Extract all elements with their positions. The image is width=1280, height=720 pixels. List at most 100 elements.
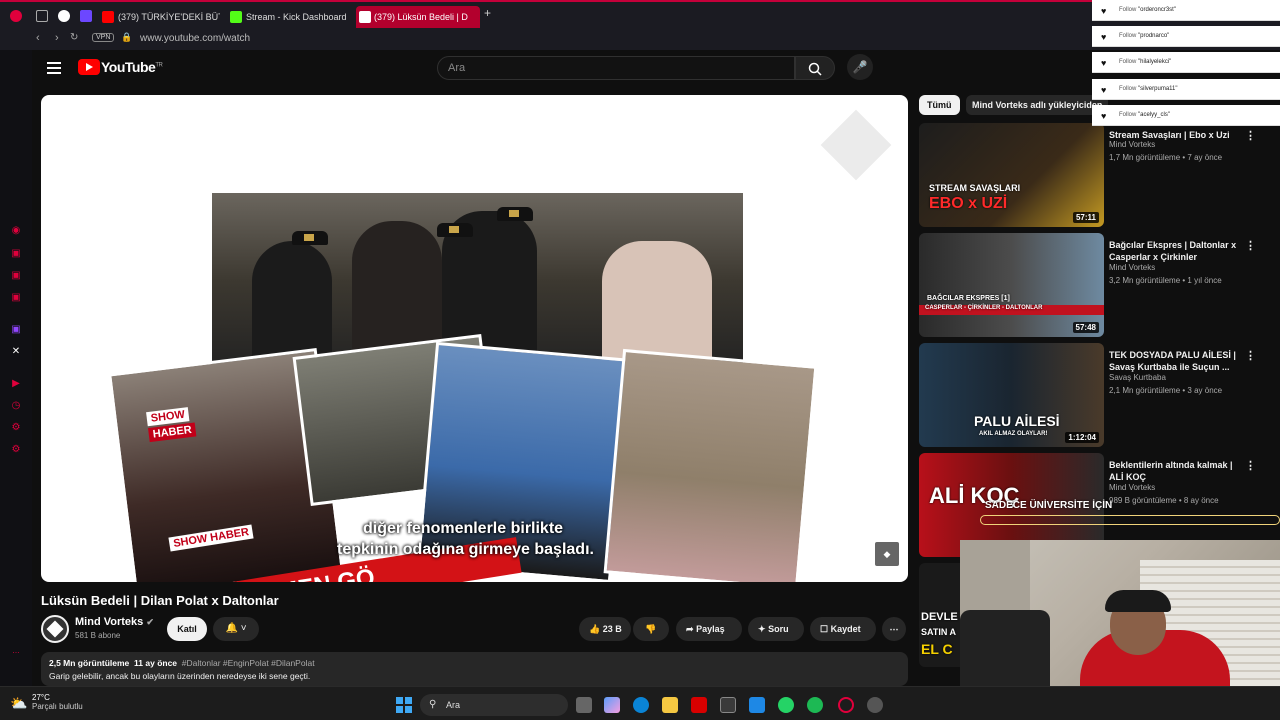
recommendation-thumbnail[interactable]: BAĞCILAR EKSPRES [1] CASPERLAR - ÇİRKİNL… — [919, 233, 1104, 337]
chip-all[interactable]: Tümü — [919, 95, 960, 115]
forward-icon[interactable]: › — [55, 32, 59, 44]
subscriber-count: 581 B abone — [75, 631, 121, 640]
more-options-icon[interactable]: ⋮ — [1245, 239, 1256, 252]
join-button[interactable]: Katıl — [167, 617, 207, 641]
heart-icon: ♥ — [1101, 111, 1107, 121]
recommendation-thumbnail-partial[interactable]: DEVLE SATIN A EL C — [919, 563, 961, 667]
weather-widget[interactable]: 27°C Parçalı bulutlu ⛅ — [10, 693, 83, 711]
youtube-logo[interactable]: YouTubeTR — [101, 59, 163, 75]
more-options-icon[interactable]: ⋮ — [1245, 349, 1256, 362]
recommendation-title: TEK DOSYADA PALU AİLESİ | Savaş Kurtbaba… — [1109, 350, 1236, 372]
thumbs-down-icon: 👎 — [645, 624, 657, 634]
follower-name: "orderoncr3st" — [1138, 7, 1176, 13]
aria-icon[interactable]: ◉ — [10, 225, 22, 237]
messenger-icon[interactable]: ▣ — [10, 270, 22, 282]
description-box[interactable]: 2,5 Mn görüntüleme 11 ay önce #Daltonlar… — [41, 652, 908, 686]
tab-kick[interactable]: Stream - Kick Dashboard — [228, 6, 350, 28]
file-explorer-icon[interactable] — [662, 697, 678, 713]
chip-from-channel[interactable]: Mind Vorteks adlı yükleyiciden — [966, 95, 1109, 115]
x-icon[interactable]: ✕ — [10, 346, 22, 358]
overlay-bar — [980, 515, 1280, 525]
description-text: Garip gelebilir, ancak bu olayların üzer… — [49, 671, 311, 681]
upload-age: 11 ay önce — [134, 658, 178, 668]
whatsapp-icon[interactable] — [778, 697, 794, 713]
back-icon[interactable]: ‹ — [36, 32, 40, 44]
url-field[interactable]: www.youtube.com/watch — [140, 33, 250, 44]
more-options-icon[interactable]: ⋮ — [1245, 129, 1256, 142]
video-title: Lüksün Bedeli | Dilan Polat x Daltonlar — [41, 593, 279, 608]
recommendation-thumbnail[interactable]: PALU AİLESİ AKIL ALMAZ OLAYLAR! 1:12:04 — [919, 343, 1104, 447]
start-button[interactable] — [396, 697, 412, 713]
tab-label: (379) Lüksün Bedeli | D — [374, 12, 468, 22]
spotify-icon[interactable] — [807, 697, 823, 713]
follow-alert: ♥ Follow "prodnarco" — [1092, 26, 1280, 47]
recommendation-channel[interactable]: Mind Vorteks — [1109, 140, 1155, 149]
sparkle-icon: ✦ — [758, 624, 766, 634]
channel-watermark-icon[interactable]: ◆ — [875, 542, 899, 566]
youtube-logo-icon[interactable] — [78, 59, 100, 75]
reload-icon[interactable]: ↻ — [70, 32, 78, 43]
google-icon[interactable] — [58, 10, 70, 22]
badge-haber: HABER — [148, 422, 197, 443]
share-button[interactable]: ➦ Paylaş — [676, 617, 742, 641]
tab-youtube-active[interactable]: (379) Lüksün Bedeli | D — [356, 6, 480, 28]
menu-icon[interactable] — [47, 62, 61, 74]
new-tab-button[interactable]: + — [484, 6, 491, 20]
instagram-icon[interactable]: ▣ — [10, 292, 22, 304]
more-actions-button[interactable]: ⋯ — [882, 617, 906, 641]
dislike-button[interactable]: 👎 — [633, 617, 669, 641]
more-options-icon[interactable]: ⋮ — [1245, 459, 1256, 472]
ask-button[interactable]: ✦ Soru — [748, 617, 804, 641]
view-count: 2,5 Mn görüntüleme — [49, 658, 130, 668]
more-icon[interactable]: ⋯ — [10, 648, 22, 660]
thumb-title: EBO x UZİ — [929, 195, 1008, 212]
search-input[interactable]: Ara — [437, 56, 795, 80]
task-view-icon[interactable] — [576, 697, 592, 713]
follow-prefix: Follow — [1119, 86, 1137, 92]
opera-logo-icon[interactable] — [10, 10, 22, 22]
channel-avatar[interactable] — [41, 615, 69, 643]
shopping-icon[interactable]: ▣ — [10, 248, 22, 260]
settings-icon[interactable]: ⚙ — [10, 444, 22, 456]
follow-prefix: Follow — [1119, 7, 1137, 13]
thumb-text: SATIN A — [921, 627, 956, 637]
overlay-banner: SADECE ÜNİVERSİTE İÇİN — [985, 500, 1113, 511]
recommendation-item[interactable]: PALU AİLESİ AKIL ALMAZ OLAYLAR! 1:12:04 … — [919, 343, 1269, 447]
channel-name[interactable]: Mind Vorteks ✔ — [75, 616, 154, 628]
notification-bell-button[interactable]: 🔔 ˅ — [213, 617, 259, 641]
widgets-icon[interactable] — [604, 697, 620, 713]
recommendation-item[interactable]: STREAM SAVAŞLARI EBO x UZİ 57:11 Stream … — [919, 123, 1269, 227]
search-button[interactable] — [795, 56, 835, 80]
tab-youtube-1[interactable]: (379) TÜRKİYE'DEKİ BÜTÜN — [100, 6, 220, 28]
extensions-icon[interactable]: ⚙ — [10, 422, 22, 434]
bookmark-icon: ☐ — [820, 624, 829, 634]
edge-icon[interactable] — [633, 697, 649, 713]
follower-name: "prodnarco" — [1138, 33, 1170, 39]
recommendation-channel[interactable]: Savaş Kurtbaba — [1109, 373, 1166, 382]
like-button[interactable]: 👍 23 B — [579, 617, 631, 641]
follow-prefix: Follow — [1119, 112, 1137, 118]
save-button[interactable]: ☐ Kaydet — [810, 617, 876, 641]
follow-alert: ♥ Follow "silverpuma11" — [1092, 79, 1280, 100]
microphone-icon[interactable]: 🎤 — [847, 54, 873, 80]
player-icon[interactable]: ▶ — [10, 378, 22, 390]
taskbar-search[interactable]: ⚲ Ara — [420, 694, 568, 716]
twitch-icon[interactable]: ▣ — [10, 324, 22, 336]
app-icon[interactable] — [80, 10, 92, 22]
mail-icon[interactable] — [749, 697, 765, 713]
app-icon[interactable] — [867, 697, 883, 713]
video-player[interactable]: SHOW HABER SHOW HABER FENOMEN GÖ diğer f… — [41, 95, 908, 582]
opera-gx-icon[interactable] — [838, 697, 854, 713]
recommendation-channel[interactable]: Mind Vorteks — [1109, 263, 1155, 272]
recommendation-channel[interactable]: Mind Vorteks — [1109, 483, 1155, 492]
recommendation-item[interactable]: BAĞCILAR EKSPRES [1] CASPERLAR - ÇİRKİNL… — [919, 233, 1269, 337]
taskbar-search-label: Ara — [446, 700, 461, 710]
hashtags[interactable]: #Daltonlar #EnginPolat #DilanPolat — [182, 658, 315, 668]
store-icon[interactable] — [720, 697, 736, 713]
history-icon[interactable]: ◷ — [10, 400, 22, 412]
bell-icon: 🔔 — [225, 623, 238, 634]
netflix-icon[interactable] — [691, 697, 707, 713]
recommendation-thumbnail[interactable]: STREAM SAVAŞLARI EBO x UZİ 57:11 — [919, 123, 1104, 227]
vpn-badge[interactable]: VPN — [92, 33, 115, 42]
workspace-icon[interactable] — [36, 10, 48, 22]
